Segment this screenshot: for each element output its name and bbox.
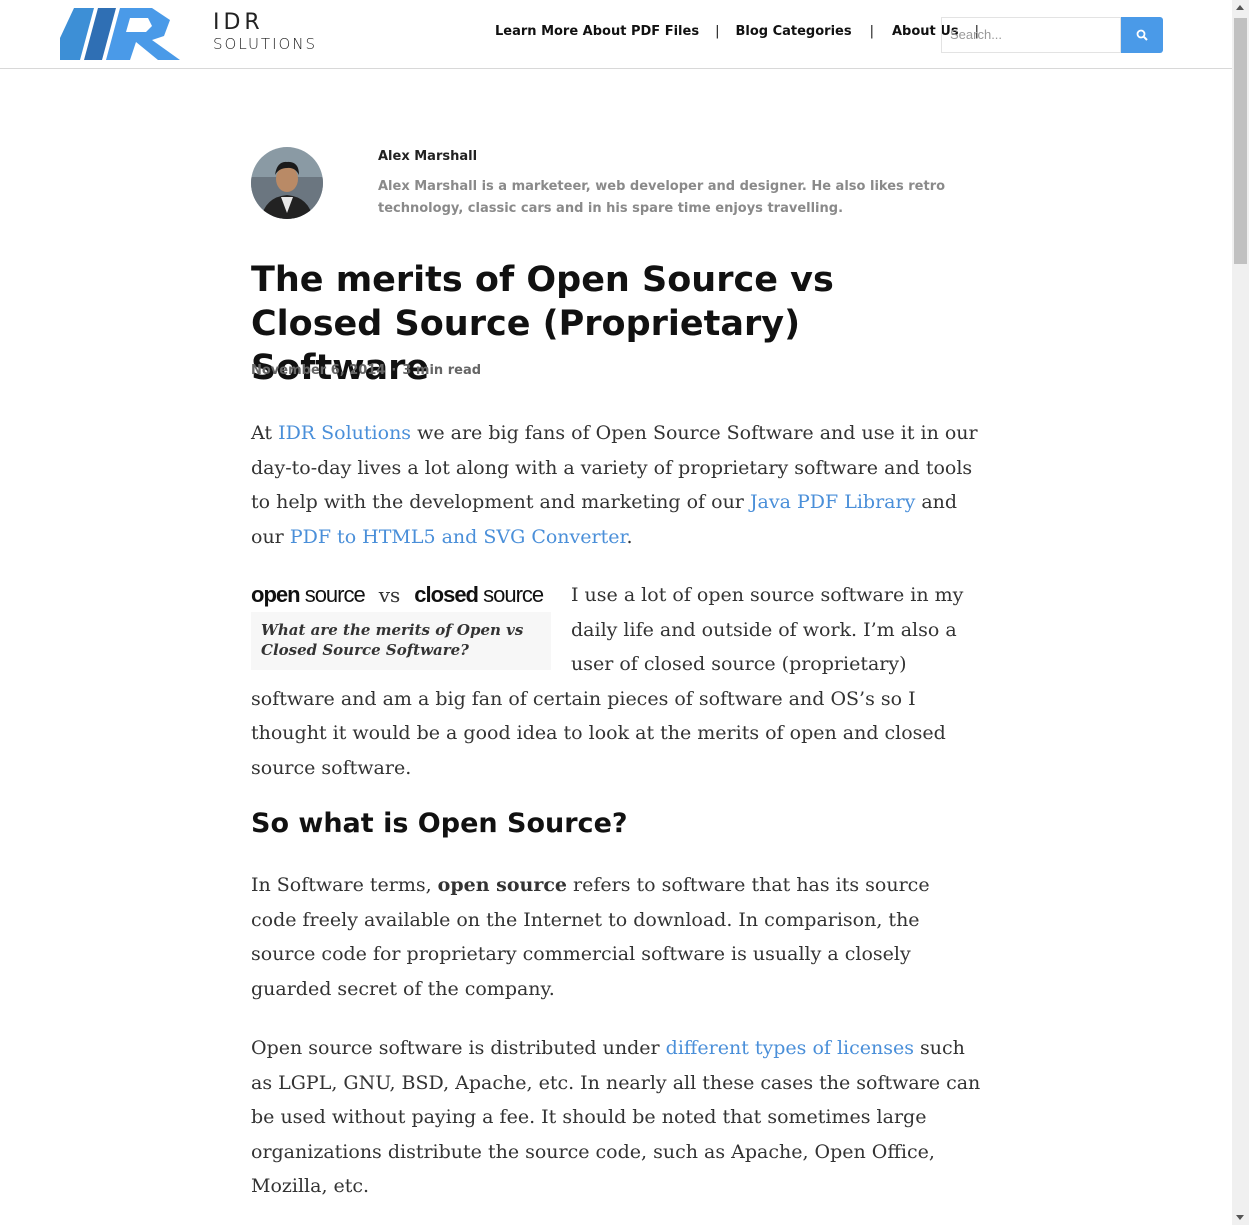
- article-meta: November 6, 2014 · 3 min read: [251, 363, 481, 378]
- meta-separator: ·: [391, 363, 397, 378]
- java-pdf-library-link[interactable]: Java PDF Library: [750, 491, 915, 513]
- nav-blog-categories[interactable]: Blog Categories: [735, 24, 851, 39]
- licenses-paragraph: Open source software is distributed unde…: [251, 1031, 981, 1204]
- open-source-wordmark: open source: [251, 578, 366, 613]
- search-icon: [1136, 29, 1148, 41]
- section-heading-open-source: So what is Open Source?: [251, 808, 628, 839]
- wordmark-part: source: [304, 581, 366, 607]
- wordmark-part: open: [251, 581, 301, 607]
- author-bio: Alex Marshall is a marketeer, web develo…: [378, 179, 946, 216]
- wordmark-part: source: [483, 581, 544, 607]
- read-time: 3 min read: [402, 363, 482, 378]
- search-input[interactable]: Search...: [941, 17, 1121, 53]
- text-span: In Software terms,: [251, 874, 438, 896]
- figure-caption: What are the merits of Open vs Closed So…: [251, 612, 551, 670]
- search-button[interactable]: [1121, 17, 1163, 53]
- main-nav: Learn More About PDF Files | Blog Catego…: [495, 24, 995, 39]
- site-header: IDR SOLUTIONS Learn More About PDF Files…: [0, 0, 1232, 69]
- brand-line-2: SOLUTIONS: [213, 35, 318, 53]
- closed-source-wordmark: closed source: [414, 578, 544, 613]
- text-span: .: [626, 525, 633, 548]
- idr-solutions-link[interactable]: IDR Solutions: [278, 422, 411, 444]
- author-avatar: [251, 147, 323, 219]
- open-vs-closed-figure: open source vs closed source What are th…: [251, 578, 551, 670]
- bold-term: open source: [437, 874, 567, 896]
- idr-logo-icon[interactable]: [60, 8, 180, 60]
- nav-separator: |: [869, 24, 874, 39]
- nav-learn-more-pdf[interactable]: Learn More About PDF Files: [495, 24, 699, 39]
- text-span: At: [251, 422, 279, 444]
- vs-text: vs: [378, 582, 401, 607]
- scrollbar-thumb[interactable]: [1234, 18, 1247, 264]
- open-vs-closed-image[interactable]: open source vs closed source: [251, 578, 551, 612]
- author-name[interactable]: Alex Marshall: [378, 149, 477, 164]
- pdf-to-html5-link[interactable]: PDF to HTML5 and SVG Converter: [290, 526, 627, 548]
- text-span: such as LGPL, GNU, BSD, Apache, etc. In …: [251, 1037, 981, 1198]
- intro-paragraph: At IDR Solutions we are big fans of Open…: [251, 416, 981, 554]
- brand-line-1: IDR: [213, 10, 264, 35]
- open-source-definition-paragraph: In Software terms, open source refers to…: [251, 868, 981, 1006]
- nav-separator: |: [715, 24, 720, 39]
- open-vs-closed-paragraph: open source vs closed source What are th…: [251, 578, 981, 786]
- licenses-link[interactable]: different types of licenses: [666, 1037, 914, 1059]
- page-scrollbar[interactable]: [1232, 0, 1249, 1225]
- scroll-up-icon[interactable]: [1236, 5, 1244, 10]
- text-span: Open source software is distributed unde…: [251, 1037, 666, 1059]
- scroll-down-icon[interactable]: [1236, 1215, 1244, 1220]
- wordmark-part: closed: [414, 581, 479, 607]
- publish-date: November 6, 2014: [251, 363, 386, 378]
- brand-wordmark[interactable]: IDR SOLUTIONS: [213, 12, 317, 52]
